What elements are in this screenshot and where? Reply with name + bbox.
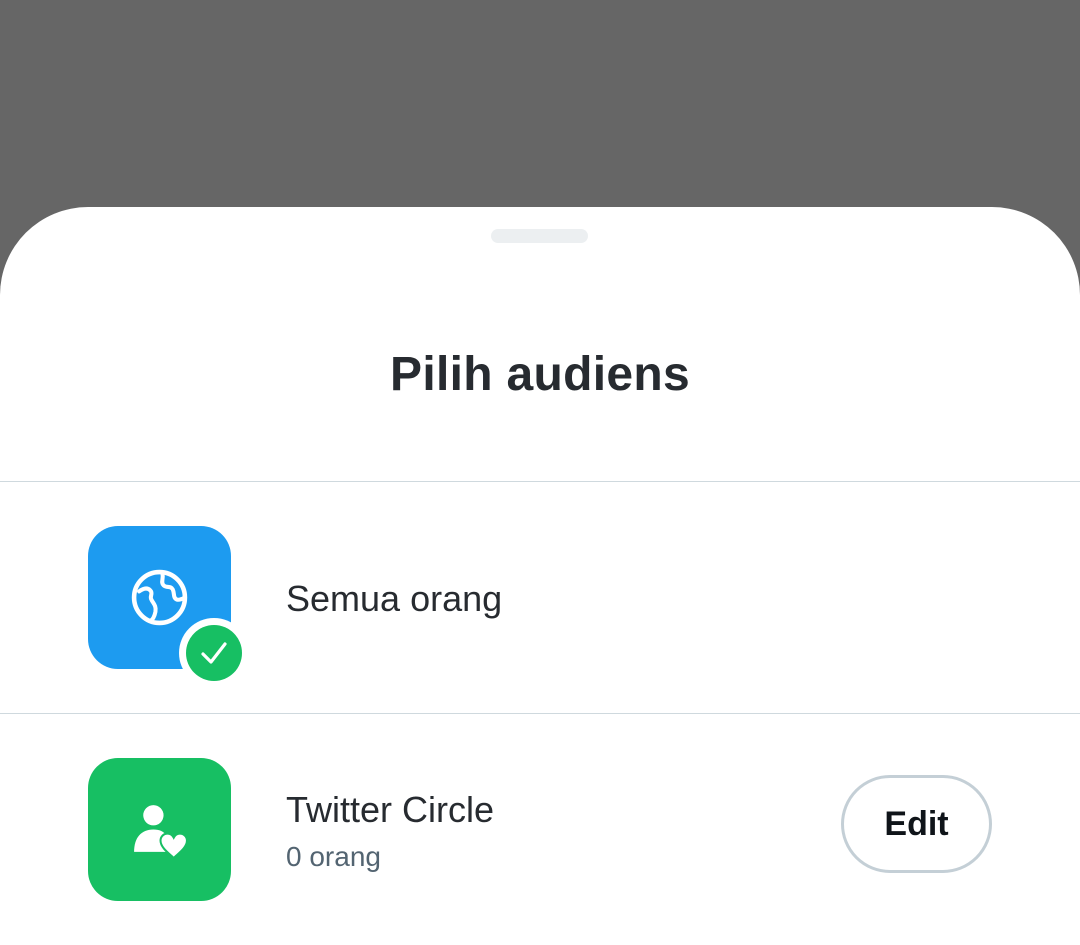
person-heart-icon	[134, 805, 188, 860]
checkmark-icon	[201, 642, 227, 664]
globe-icon	[131, 569, 188, 626]
sheet-drag-handle[interactable]	[491, 229, 588, 243]
audience-option-everyone[interactable]: Semua orang	[0, 482, 1080, 713]
selected-badge	[179, 618, 249, 688]
audience-option-twitter-circle[interactable]: Twitter Circle 0 orang Edit	[0, 714, 1080, 945]
option-label: Semua orang	[286, 578, 503, 619]
sheet-title: Pilih audiens	[390, 348, 690, 401]
audience-bottom-sheet: Pilih audiens Semua orang Twitter Circle…	[0, 207, 1080, 945]
option-label: Twitter Circle	[286, 789, 495, 830]
member-count: 0 orang	[286, 841, 381, 872]
edit-circle-button[interactable]: Edit	[841, 775, 992, 873]
person-heart-tile	[88, 758, 231, 901]
